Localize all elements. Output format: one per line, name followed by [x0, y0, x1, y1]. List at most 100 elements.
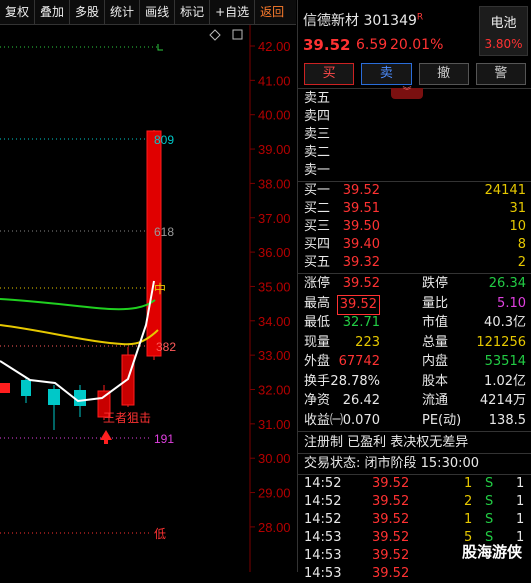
- stock-header: 信德新材 301349R 39.52 6.59 20.01% 电池 3.80%: [298, 0, 531, 60]
- stat-label: 量比: [422, 295, 449, 311]
- stats-row: 收益㈠ 0.070 PE(动) 138.5: [298, 412, 531, 430]
- stat-value: 1.02亿: [484, 373, 526, 389]
- price-tick-label: 31.00: [258, 417, 291, 432]
- stat-label: 现量: [304, 334, 331, 350]
- bid-volume: 8: [517, 237, 526, 252]
- ask-label: 卖四: [304, 109, 331, 124]
- toolbar-button-mark[interactable]: 标记: [175, 0, 211, 24]
- buy-button[interactable]: 买: [304, 63, 355, 85]
- stats-row: 最低 32.71 市值 40.3亿: [298, 314, 531, 332]
- stat-label: PE(动): [422, 412, 462, 428]
- stat-label: 最高: [304, 295, 331, 311]
- stats-row: 换手 28.78% 股本 1.02亿: [298, 373, 531, 391]
- tick-volume: 2: [464, 494, 473, 509]
- stat-value: 28.78%: [330, 373, 380, 389]
- ma-yellow-line: [0, 324, 159, 346]
- tick-time: 14:53: [304, 530, 342, 545]
- tick-side: S: [485, 512, 494, 527]
- bid-row: 买五 39.32 2: [298, 254, 531, 272]
- price-tick-label: 28.00: [258, 520, 291, 535]
- stat-value: 138.5: [488, 412, 526, 428]
- tick-count: 1: [516, 494, 525, 509]
- watermark: 股海游侠: [461, 543, 522, 561]
- bid-price: 39.40: [342, 237, 380, 252]
- stat-value: 39.52: [336, 294, 380, 315]
- toolbar-button-add-watchlist[interactable]: +自选: [210, 0, 256, 24]
- tick-price: 39.52: [372, 494, 410, 509]
- stat-label: 市值: [422, 315, 449, 330]
- bid-row: 买四 39.40 8: [298, 236, 531, 254]
- stock-price: 39.52: [303, 36, 351, 54]
- toolbar-button-overlay[interactable]: 叠加: [35, 0, 71, 24]
- price-tick-label: 36.00: [258, 245, 291, 260]
- back-button[interactable]: 返回: [255, 0, 289, 24]
- bid-price: 39.51: [342, 201, 380, 216]
- stock-change: 6.59: [356, 37, 388, 53]
- buy-signal-arrow-icon: [100, 430, 112, 444]
- info-line: 注册制 已盈利 表决权无差异: [298, 434, 531, 452]
- bid-price: 39.32: [342, 255, 380, 270]
- stat-value: 121256: [476, 334, 526, 350]
- kline-svg: 王者狙击 809 618 中 382 191 低 42.00 41.00 40.00…: [0, 25, 291, 572]
- status-text: 交易状态: 闭市阶段 15:30:00: [304, 456, 480, 471]
- tick-time: 14:52: [304, 494, 342, 509]
- stat-label: 跌停: [422, 276, 449, 291]
- stat-value: 40.3亿: [484, 315, 526, 330]
- kline-chart[interactable]: 王者狙击 809 618 中 382 191 低 42.00 41.00 40.00…: [0, 25, 296, 572]
- stat-value: 26.42: [342, 393, 380, 408]
- price-tick-label: 33.00: [258, 348, 291, 363]
- alert-button[interactable]: 警: [475, 63, 526, 85]
- bid-label: 买五: [304, 255, 331, 270]
- toolbar-button-multi[interactable]: 多股: [70, 0, 106, 24]
- stock-flag: R: [416, 12, 424, 23]
- tick-row: 14:53 39.52: [298, 565, 531, 583]
- stat-label: 涨停: [304, 276, 331, 291]
- tick-row: 14:52 39.52 1 S 1: [298, 511, 531, 529]
- chart-toolbar: 复权 叠加 多股 统计 画线 标记 +自选 返回: [0, 0, 296, 25]
- stat-label: 收益㈠: [304, 412, 344, 428]
- stat-value: 32.71: [342, 315, 380, 330]
- limit-marker: [157, 44, 163, 51]
- ask-label: 卖一: [304, 163, 331, 178]
- sector-badge[interactable]: 电池 3.80%: [479, 6, 528, 56]
- toolbar-button-adjust[interactable]: 复权: [0, 0, 36, 24]
- candle-3: [48, 389, 60, 405]
- cancel-order-button[interactable]: 撤: [418, 63, 469, 85]
- stock-name: 信德新材: [303, 13, 359, 29]
- divider: [298, 453, 531, 454]
- ask-label: 卖三: [304, 127, 331, 142]
- trade-buttons: 买 卖 撤 警: [304, 63, 526, 85]
- price-tick-label: 39.00: [258, 142, 291, 157]
- quote-panel: 信德新材 301349R 39.52 6.59 20.01% 电池 3.80% …: [297, 0, 531, 581]
- fib-label-382: 382: [156, 340, 176, 354]
- tick-volume: 1: [464, 512, 473, 527]
- toolbar-button-stats[interactable]: 统计: [105, 0, 141, 24]
- toolbar-button-draw[interactable]: 画线: [140, 0, 176, 24]
- stock-title[interactable]: 信德新材 301349R: [303, 10, 423, 30]
- bid-row: 买二 39.51 31: [298, 200, 531, 218]
- bid-label: 买四: [304, 237, 331, 252]
- stats-row: 现量 223 总量 121256: [298, 334, 531, 352]
- stock-change-pct: 20.01%: [390, 37, 444, 53]
- ask-row: 卖三: [298, 126, 531, 144]
- tick-price: 39.52: [372, 476, 410, 491]
- fib-label-618: 618: [154, 225, 174, 239]
- stat-label: 股本: [422, 373, 449, 389]
- bid-volume: 2: [517, 255, 526, 270]
- tick-side: S: [485, 476, 494, 491]
- sell-button[interactable]: 卖: [361, 63, 412, 85]
- square-icon: [232, 29, 243, 40]
- fib-label-809: 809: [154, 133, 174, 147]
- stat-value: 53514: [484, 354, 526, 369]
- fib-label-mid: 中: [154, 281, 166, 296]
- stat-label: 最低: [304, 315, 331, 330]
- price-tick-label: 30.00: [258, 451, 291, 466]
- ma-green-line: [0, 298, 156, 311]
- bid-volume: 31: [509, 201, 526, 216]
- stat-label: 内盘: [422, 354, 449, 369]
- stats-row: 净资 26.42 流通 4214万: [298, 392, 531, 410]
- stats-row: 最高 39.52 量比 5.10: [298, 294, 531, 315]
- bid-label: 买三: [304, 219, 331, 234]
- tick-side: S: [485, 494, 494, 509]
- ask-row: 卖一: [298, 162, 531, 180]
